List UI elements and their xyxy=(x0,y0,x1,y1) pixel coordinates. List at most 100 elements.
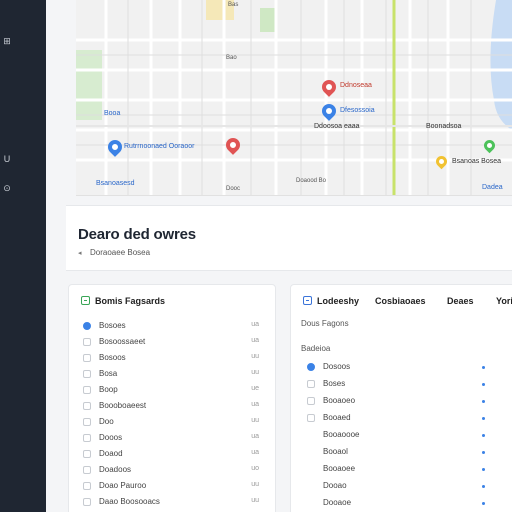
filter-list-item[interactable]: Doaod ua xyxy=(83,447,267,463)
details-list-item[interactable]: Booaoeo xyxy=(307,394,497,411)
map-label: Ddoosoa eaaa xyxy=(314,123,360,130)
filter-item-label: Bosoossaeet xyxy=(99,337,146,346)
filters-panel: Bomis Fagsards Bosoes ua Bosoossaeet ua Boso… xyxy=(68,284,276,512)
filters-title-text: Bomis Fagsards xyxy=(95,296,166,306)
checkbox[interactable] xyxy=(83,434,91,442)
status-dot-icon xyxy=(482,417,485,420)
details-item-label: Booaoeo xyxy=(323,396,356,405)
map-label: Dfesossoia xyxy=(340,107,375,114)
details-item-label: Booaoooe xyxy=(323,430,360,439)
map-label: Bsanoasesd xyxy=(96,180,135,187)
filter-item-count: uu xyxy=(251,417,259,424)
status-dot-icon xyxy=(482,383,485,386)
filter-item-label: Boop xyxy=(99,385,118,394)
checkbox[interactable] xyxy=(83,498,91,506)
checkbox[interactable] xyxy=(307,363,315,371)
filter-list-item[interactable]: Bosoossaeet ua xyxy=(83,335,267,351)
filter-list-item[interactable]: Boop ue xyxy=(83,383,267,399)
filter-item-label: Doao Pauroo xyxy=(99,481,147,490)
filter-item-label: Daao Boosooacs xyxy=(99,497,160,506)
details-subheading: Dous Fagons xyxy=(301,319,349,328)
column-header[interactable]: Yori xyxy=(496,296,512,306)
map-label: Ddnoseaa xyxy=(340,82,372,89)
filter-item-count: uu xyxy=(251,353,259,360)
filter-item-count: uu xyxy=(251,481,259,488)
map-label: Dadea xyxy=(482,184,503,191)
column-header[interactable]: Deaes xyxy=(447,296,474,306)
filter-item-label: Doo xyxy=(99,417,114,426)
checkbox[interactable] xyxy=(307,397,315,405)
details-list-item[interactable]: Dosoos xyxy=(307,360,497,377)
checkbox[interactable] xyxy=(83,418,91,426)
filter-list-item[interactable]: Doao Pauroo uu xyxy=(83,479,267,495)
checkbox[interactable] xyxy=(83,386,91,394)
map-label: Bsanoas Bosea xyxy=(452,158,502,165)
details-list-item[interactable]: Booaed xyxy=(307,411,497,428)
map-label: Bao xyxy=(226,55,237,61)
details-item-label: Boses xyxy=(323,379,346,388)
map-label: Boonadsoa xyxy=(426,123,462,130)
sidebar-grid-icon[interactable]: ⊞ xyxy=(0,34,14,48)
filter-item-count: uu xyxy=(251,497,259,504)
details-list-item[interactable]: Booaoooe xyxy=(307,428,497,445)
map-label: Dooc xyxy=(226,186,241,192)
filter-item-label: Dooos xyxy=(99,433,123,442)
filter-item-count: ua xyxy=(251,321,259,328)
status-dot-icon xyxy=(482,400,485,403)
column-header[interactable]: Lodeeshy xyxy=(317,296,359,306)
filter-item-count: ue xyxy=(251,385,259,392)
status-dot-icon xyxy=(482,485,485,488)
map-label: Rutrrnoonaed Ooraoor xyxy=(124,143,195,150)
details-list: Dosoos Boses Booaoeo Booaed Booaoooe Booaol Bo… xyxy=(307,360,497,512)
filter-list-item[interactable]: Dooos ua xyxy=(83,431,267,447)
filter-item-label: Doadoos xyxy=(99,465,132,474)
map-view[interactable]: Ddnoseaa Dfesossoia Ddoosoa eaaa Boonads… xyxy=(76,0,512,196)
filter-item-count: ua xyxy=(251,449,259,456)
details-list-item[interactable]: Boses xyxy=(307,377,497,394)
filter-item-count: ua xyxy=(251,337,259,344)
page-title: Dearo ded owres xyxy=(78,226,196,243)
details-item-label: Dooao xyxy=(323,481,347,490)
filter-list-item[interactable]: Boooboaeest ua xyxy=(83,399,267,415)
details-item-label: Booaed xyxy=(323,413,351,422)
filter-item-count: ua xyxy=(251,401,259,408)
subtitle-text: Doraoaee Bosea xyxy=(90,248,151,257)
details-item-label: Booaol xyxy=(323,447,348,456)
sidebar-target-icon[interactable]: ⊙ xyxy=(0,181,14,195)
details-list-item[interactable]: Booaoee xyxy=(307,462,497,479)
checkbox[interactable] xyxy=(83,338,91,346)
filter-list-item[interactable]: Bosoos uu xyxy=(83,351,267,367)
details-item-label: Booaoee xyxy=(323,464,356,473)
filter-item-label: Bosa xyxy=(99,369,118,378)
checkbox[interactable] xyxy=(307,380,315,388)
checkbox[interactable] xyxy=(83,354,91,362)
filter-list-item[interactable]: Doo uu xyxy=(83,415,267,431)
checkbox[interactable] xyxy=(83,322,91,330)
sidebar-user-icon[interactable]: U xyxy=(0,152,14,166)
details-list-item[interactable]: Booaol xyxy=(307,445,497,462)
map-label: Doaood Bo xyxy=(296,178,327,184)
checkbox[interactable] xyxy=(83,466,91,474)
filter-item-label: Bosoos xyxy=(99,353,126,362)
details-list-item[interactable]: Dooao xyxy=(307,479,497,496)
filter-item-count: uu xyxy=(251,369,259,376)
page-subtitle: ◂ Doraoaee Bosea xyxy=(78,248,150,257)
page-header: Dearo ded owres ◂ Doraoaee Bosea xyxy=(66,205,512,271)
location-icon: ◂ xyxy=(78,250,82,257)
map-streets xyxy=(76,0,512,195)
filter-list-item[interactable]: Bosa uu xyxy=(83,367,267,383)
filter-list-item[interactable]: Doadoos uo xyxy=(83,463,267,479)
checkbox[interactable] xyxy=(83,482,91,490)
filter-list-item[interactable]: Daao Boosooacs uu xyxy=(83,495,267,511)
filter-item-label: Doaod xyxy=(99,449,123,458)
column-header[interactable]: Cosbiaoaes xyxy=(375,296,426,306)
checkbox[interactable] xyxy=(83,370,91,378)
map-label: Bas xyxy=(228,2,239,8)
checkbox[interactable] xyxy=(83,450,91,458)
filters-panel-title: Bomis Fagsards xyxy=(81,296,165,306)
checkbox[interactable] xyxy=(307,414,315,422)
filter-list-item[interactable]: Bosoes ua xyxy=(83,319,267,335)
details-list-item[interactable]: Dooaoe xyxy=(307,496,497,512)
checkbox[interactable] xyxy=(83,402,91,410)
status-dot-icon xyxy=(482,451,485,454)
